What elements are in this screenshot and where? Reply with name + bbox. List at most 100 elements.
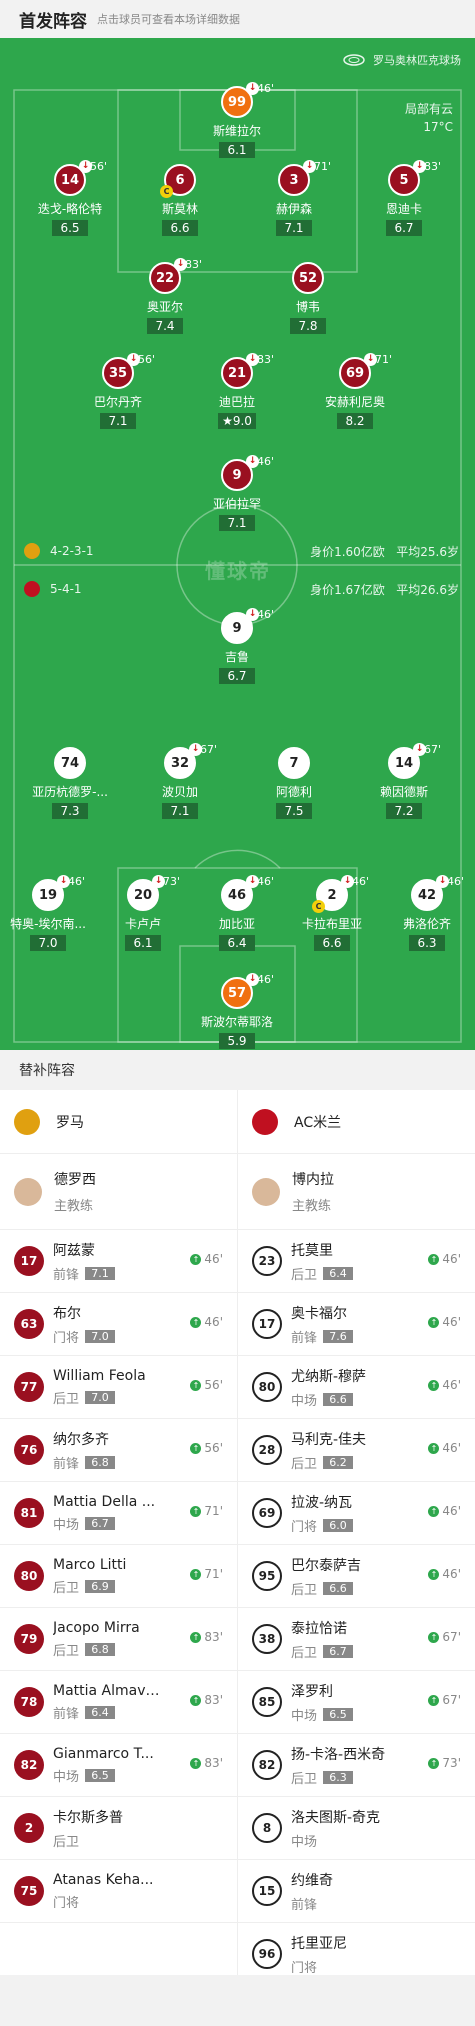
sub-name: Mattia Della ... xyxy=(53,1493,156,1510)
sub-player-row[interactable]: 17 阿兹蒙 前锋 7.1 ↑ 46' xyxy=(0,1230,237,1293)
home-team-header[interactable]: 罗马 xyxy=(0,1090,237,1154)
sub-player-row[interactable]: 81 Mattia Della ... 中场 6.7 ↑ 71' xyxy=(0,1482,237,1545)
player-away[interactable]: 9 ↓ 46' 吉鲁 6.7 xyxy=(182,608,292,684)
player-home[interactable]: 69 ↓ 71' 安赫利尼奥 8.2 xyxy=(300,353,410,429)
sub-rating: 6.2 xyxy=(323,1455,354,1469)
player-number: 22 ↓ 83' xyxy=(149,258,202,294)
sub-rating: 6.8 xyxy=(85,1642,116,1656)
home-coach[interactable]: 德罗西 主教练 xyxy=(0,1154,237,1230)
sub-player-row[interactable]: 17 奥卡福尔 前锋 7.6 ↑ 46' xyxy=(238,1293,475,1356)
sub-position-label: 中场 xyxy=(291,1393,318,1409)
sub-in-minute: 71' xyxy=(204,1567,223,1581)
sub-name: 泰拉恰诺 xyxy=(291,1620,347,1637)
sub-number: 75 xyxy=(14,1876,44,1906)
player-name: 加比亚 xyxy=(218,917,255,931)
sub-in-icon: ↑ xyxy=(428,1442,440,1454)
sub-name: 卡尔斯多普 xyxy=(53,1809,123,1826)
player-rating: ★9.0 xyxy=(218,413,256,429)
sub-number: 23 xyxy=(252,1246,282,1276)
player-rating: 6.3 xyxy=(409,935,445,951)
sub-rating: 6.7 xyxy=(85,1516,116,1530)
player-home[interactable]: 5 ↓ 83' 恩迪卡 6.7 xyxy=(349,160,459,236)
player-name: 迭戈-略伦特 xyxy=(37,202,103,216)
sub-player-row[interactable]: 63 布尔 门将 7.0 ↑ 46' xyxy=(0,1293,237,1356)
player-home[interactable]: 35 ↓ 56' 巴尔丹齐 7.1 xyxy=(63,353,173,429)
sub-in-icon: ↑ xyxy=(190,1505,202,1517)
sub-name: Marco Litti xyxy=(53,1556,127,1573)
sub-number: 8 xyxy=(252,1813,282,1843)
player-home[interactable]: 6 C 斯莫林 6.6 xyxy=(125,164,235,236)
sub-in-time: ↑ 83' xyxy=(190,1693,223,1707)
sub-in-time: ↑ 46' xyxy=(190,1315,223,1329)
sub-player-row[interactable]: 77 William Feola 后卫 7.0 ↑ 56' xyxy=(0,1356,237,1419)
player-home[interactable]: 22 ↓ 83' 奥亚尔 7.4 xyxy=(110,258,220,334)
player-home[interactable]: 99 ↓ 46' 斯维拉尔 6.1 xyxy=(182,82,292,158)
sub-in-minute: 83' xyxy=(204,1756,223,1770)
sub-player-row[interactable]: 76 纳尔多齐 前锋 6.8 ↑ 56' xyxy=(0,1419,237,1482)
sub-number: 81 xyxy=(14,1498,44,1528)
sub-in-minute: 83' xyxy=(204,1630,223,1644)
player-rating: 6.6 xyxy=(314,935,350,951)
roma-crest-icon xyxy=(14,1108,40,1135)
sub-number: 80 xyxy=(252,1372,282,1402)
sub-in-minute: 46' xyxy=(204,1315,223,1329)
player-name: 斯波尔蒂耶洛 xyxy=(200,1015,273,1029)
sub-position: 中场 xyxy=(291,1831,475,1850)
player-home[interactable]: 3 ↓ 71' 赫伊森 7.1 xyxy=(239,160,349,236)
sub-position: 前锋 7.1 xyxy=(53,1264,237,1283)
sub-player-row[interactable]: 15 约维奇 前锋 xyxy=(238,1860,475,1923)
player-rating: 7.1 xyxy=(100,413,136,429)
away-team-header[interactable]: AC米兰 xyxy=(238,1090,475,1154)
player-rating: 7.0 xyxy=(30,935,66,951)
player-away[interactable]: 42 ↓ 46' 弗洛伦齐 6.3 xyxy=(372,875,475,951)
player-home[interactable]: 52 博韦 7.8 xyxy=(253,262,363,334)
sub-info: 洛夫图斯-奇克中场 xyxy=(291,1807,475,1850)
player-home[interactable]: 21 ↓ 83' 迪巴拉 ★9.0 xyxy=(182,353,292,429)
sub-name: 洛夫图斯-奇克 xyxy=(291,1809,381,1826)
sub-player-row[interactable]: 2 卡尔斯多普 后卫 xyxy=(0,1797,237,1860)
stadium-icon xyxy=(343,54,365,66)
player-number: 2 ↓ 46' C xyxy=(312,875,369,913)
player-home[interactable]: 9 ↓ 46' 亚伯拉罕 7.1 xyxy=(182,455,292,531)
player-rating: 7.5 xyxy=(276,803,312,819)
sub-player-row[interactable]: 82 扬-卡洛-西米奇 后卫 6.3 ↑ 73' xyxy=(238,1734,475,1797)
sub-in-time: ↑ 46' xyxy=(428,1378,461,1392)
stadium-name: 罗马奥林匹克球场 xyxy=(373,54,461,67)
sub-player-row[interactable]: 82 Gianmarco T... 中场 6.5 ↑ 83' xyxy=(0,1734,237,1797)
sub-time: 73' xyxy=(163,875,181,888)
sub-name: 布尔 xyxy=(53,1305,81,1322)
sub-player-row[interactable]: 23 托莫里 后卫 6.4 ↑ 46' xyxy=(238,1230,475,1293)
sub-number: 82 xyxy=(252,1750,282,1780)
player-away[interactable]: 46 ↓ 46' 加比亚 6.4 xyxy=(182,875,292,951)
sub-player-row[interactable]: 28 马利克-佳夫 后卫 6.2 ↑ 46' xyxy=(238,1419,475,1482)
sub-in-time: ↑ 46' xyxy=(428,1315,461,1329)
sub-position-label: 门将 xyxy=(291,1519,318,1535)
sub-in-icon: ↑ xyxy=(428,1631,440,1643)
sub-name: 拉波-纳瓦 xyxy=(291,1494,353,1511)
sub-in-minute: 67' xyxy=(442,1693,461,1707)
sub-player-row[interactable]: 85 泽罗利 中场 6.5 ↑ 67' xyxy=(238,1671,475,1734)
player-rating: 6.7 xyxy=(386,220,422,236)
player-away[interactable]: 32 ↓ 67' 波贝加 7.1 xyxy=(125,743,235,819)
sub-player-row[interactable]: 80 Marco Litti 后卫 6.9 ↑ 71' xyxy=(0,1545,237,1608)
sub-player-row[interactable]: 78 Mattia Almaviva 前锋 6.4 ↑ 83' xyxy=(0,1671,237,1734)
sub-player-row[interactable]: 69 拉波-纳瓦 门将 6.0 ↑ 46' xyxy=(238,1482,475,1545)
player-away[interactable]: 2 ↓ 46' C 卡拉布里亚 6.6 xyxy=(277,875,387,951)
sub-player-row[interactable]: 75 Atanas Keha... 门将 xyxy=(0,1860,237,1923)
sub-player-row[interactable]: 8 洛夫图斯-奇克中场 xyxy=(238,1797,475,1860)
away-coach[interactable]: 博内拉 主教练 xyxy=(238,1154,475,1230)
sub-position-label: 门将 xyxy=(53,1895,80,1911)
sub-player-row[interactable]: 79 Jacopo Mirra 后卫 6.8 ↑ 83' xyxy=(0,1608,237,1671)
sub-position-label: 门将 xyxy=(291,1960,318,1976)
sub-player-row[interactable]: 38 泰拉恰诺 后卫 6.7 ↑ 67' xyxy=(238,1608,475,1671)
sub-player-row[interactable]: 80 尤纳斯-穆萨 中场 6.6 ↑ 46' xyxy=(238,1356,475,1419)
player-away[interactable]: 14 ↓ 67' 赖因德斯 7.2 xyxy=(349,743,459,819)
sub-in-icon: ↑ xyxy=(428,1505,440,1517)
sub-name: 马利克-佳夫 xyxy=(291,1431,367,1448)
player-away[interactable]: 7 阿德利 7.5 xyxy=(239,747,349,819)
player-number: 21 ↓ 83' xyxy=(221,353,274,389)
player-away[interactable]: 57 ↓ 46' 斯波尔蒂耶洛 5.9 xyxy=(182,973,292,1049)
sub-player-row[interactable]: 95 巴尔泰萨吉 后卫 6.6 ↑ 46' xyxy=(238,1545,475,1608)
player-away[interactable]: 74 亚历杭德罗-... 7.3 xyxy=(15,747,125,819)
player-home[interactable]: 14 ↓ 56' 迭戈-略伦特 6.5 xyxy=(15,160,125,236)
